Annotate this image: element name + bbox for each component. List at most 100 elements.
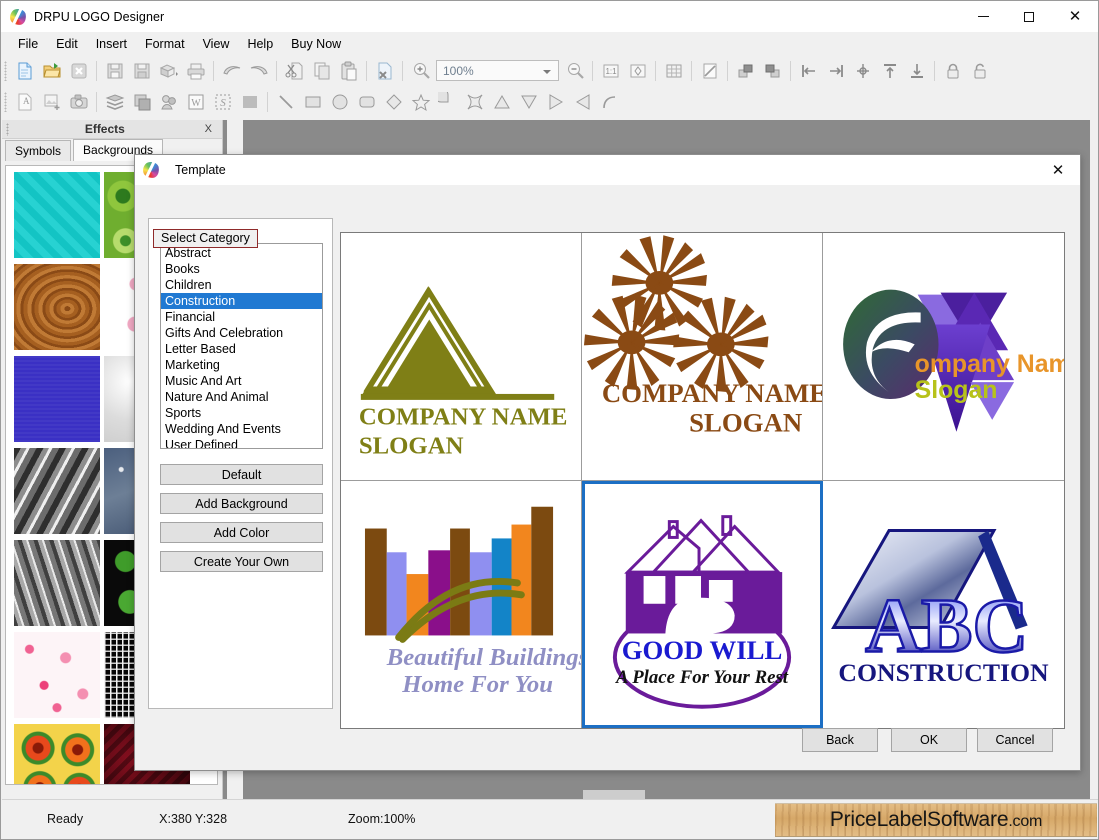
- triangle-left-tool-icon[interactable]: [570, 89, 595, 114]
- zoom-out-icon[interactable]: [562, 58, 587, 83]
- close-document-icon[interactable]: [66, 58, 91, 83]
- fit-to-window-icon[interactable]: [625, 58, 650, 83]
- category-item-letter-based[interactable]: Letter Based: [161, 341, 322, 357]
- effects-close-icon[interactable]: X: [201, 123, 222, 135]
- align-top-icon[interactable]: [877, 58, 902, 83]
- default-button[interactable]: Default: [160, 464, 323, 485]
- category-item-children[interactable]: Children: [161, 277, 322, 293]
- align-bottom-icon[interactable]: [904, 58, 929, 83]
- triangle-up-tool-icon[interactable]: [489, 89, 514, 114]
- triangle-right-tool-icon[interactable]: [543, 89, 568, 114]
- swatch-teal-geometric[interactable]: [14, 172, 100, 258]
- duplicate-icon[interactable]: [129, 89, 154, 114]
- category-item-music-and-art[interactable]: Music And Art: [161, 373, 322, 389]
- new-document-icon[interactable]: [12, 58, 37, 83]
- paste-icon[interactable]: [336, 58, 361, 83]
- rectangle-tool-icon[interactable]: [300, 89, 325, 114]
- arc-tool-icon[interactable]: [597, 89, 622, 114]
- add-background-button[interactable]: Add Background: [160, 493, 323, 514]
- category-item-books[interactable]: Books: [161, 261, 322, 277]
- chevron-down-icon[interactable]: [543, 70, 551, 74]
- menu-help[interactable]: Help: [238, 34, 282, 54]
- line-tool-icon[interactable]: [273, 89, 298, 114]
- burst-tool-icon[interactable]: [462, 89, 487, 114]
- grid-icon[interactable]: [661, 58, 686, 83]
- open-folder-icon[interactable]: [39, 58, 64, 83]
- unlock-icon[interactable]: [967, 58, 992, 83]
- swatch-wood-grain[interactable]: [14, 264, 100, 350]
- menu-format[interactable]: Format: [136, 34, 194, 54]
- ok-button[interactable]: OK: [891, 728, 967, 752]
- category-listbox[interactable]: Abstract Books Children Construction Fin…: [160, 243, 323, 449]
- template-card-nested-triangle-logo[interactable]: COMPANY NAME SLOGAN: [341, 233, 582, 481]
- swatch-sunflower-yellow[interactable]: [14, 724, 100, 784]
- template-card-three-sunburst-logo[interactable]: COMPANY NAME SLOGAN: [582, 233, 823, 481]
- template-card-bar-chart-buildings-logo[interactable]: Beautiful Buildings Home For You: [341, 480, 582, 728]
- cut-icon[interactable]: [282, 58, 307, 83]
- swatch-pink-blossom[interactable]: [14, 632, 100, 718]
- edit-mode-icon[interactable]: [697, 58, 722, 83]
- watermark-icon[interactable]: W: [183, 89, 208, 114]
- pie-tool-icon[interactable]: [435, 89, 460, 114]
- create-your-own-button[interactable]: Create Your Own: [160, 551, 323, 572]
- undo-icon[interactable]: [219, 58, 244, 83]
- toolbar-grip[interactable]: [4, 60, 7, 81]
- actual-size-icon[interactable]: 1:1: [598, 58, 623, 83]
- zoom-in-icon[interactable]: [408, 58, 433, 83]
- category-item-sports[interactable]: Sports: [161, 405, 322, 421]
- category-item-wedding-and-events[interactable]: Wedding And Events: [161, 421, 322, 437]
- insert-image-icon[interactable]: [39, 89, 64, 114]
- template-card-good-will-houses-logo[interactable]: GOOD WILL A Place For Your Rest: [582, 480, 823, 728]
- menu-buy-now[interactable]: Buy Now: [282, 34, 350, 54]
- delete-icon[interactable]: [372, 58, 397, 83]
- menu-view[interactable]: View: [194, 34, 239, 54]
- menu-file[interactable]: File: [9, 34, 47, 54]
- triangle-down-tool-icon[interactable]: [516, 89, 541, 114]
- category-item-construction[interactable]: Construction: [161, 293, 322, 309]
- barcode-icon[interactable]: [237, 89, 262, 114]
- group-icon[interactable]: [156, 89, 181, 114]
- align-left-icon[interactable]: [796, 58, 821, 83]
- redo-icon[interactable]: [246, 58, 271, 83]
- category-item-user-defined[interactable]: User Defined: [161, 437, 322, 448]
- swatch-grey-waves[interactable]: [14, 448, 100, 534]
- tab-symbols[interactable]: Symbols: [5, 140, 72, 161]
- zoom-combobox[interactable]: 100%: [436, 60, 559, 81]
- add-color-button[interactable]: Add Color: [160, 522, 323, 543]
- export-icon[interactable]: [156, 58, 181, 83]
- insert-photo-icon[interactable]: [66, 89, 91, 114]
- insert-text-icon[interactable]: A: [12, 89, 37, 114]
- cancel-button[interactable]: Cancel: [977, 728, 1053, 752]
- template-card-abc-construction-roof-logo[interactable]: ABC CONSTRUCTION: [823, 480, 1064, 728]
- diamond-tool-icon[interactable]: [381, 89, 406, 114]
- template-grid[interactable]: COMPANY NAME SLOGAN COMPANY NAME SLOGAN …: [340, 232, 1065, 729]
- save-icon[interactable]: [102, 58, 127, 83]
- print-icon[interactable]: [183, 58, 208, 83]
- minimize-button[interactable]: [960, 1, 1006, 32]
- category-item-gifts-and-celebration[interactable]: Gifts And Celebration: [161, 325, 322, 341]
- category-item-marketing[interactable]: Marketing: [161, 357, 322, 373]
- menu-insert[interactable]: Insert: [87, 34, 136, 54]
- align-right-icon[interactable]: [823, 58, 848, 83]
- save-as-icon[interactable]: [129, 58, 154, 83]
- template-card-purple-triangle-sphere-logo[interactable]: ompany Name Slogan: [823, 233, 1064, 481]
- toolbar-grip[interactable]: [4, 91, 7, 112]
- menu-edit[interactable]: Edit: [47, 34, 87, 54]
- send-backward-icon[interactable]: [760, 58, 785, 83]
- close-button[interactable]: ✕: [1052, 1, 1098, 32]
- lock-icon[interactable]: [940, 58, 965, 83]
- category-item-nature-and-animal[interactable]: Nature And Animal: [161, 389, 322, 405]
- copy-icon[interactable]: [309, 58, 334, 83]
- dialog-close-icon[interactable]: ✕: [1036, 155, 1080, 185]
- swatch-grey-marble[interactable]: [14, 540, 100, 626]
- ellipse-tool-icon[interactable]: [327, 89, 352, 114]
- align-center-icon[interactable]: [850, 58, 875, 83]
- swatch-blue-denim[interactable]: [14, 356, 100, 442]
- maximize-button[interactable]: [1006, 1, 1052, 32]
- star-tool-icon[interactable]: [408, 89, 433, 114]
- signature-icon[interactable]: S: [210, 89, 235, 114]
- layers-icon[interactable]: [102, 89, 127, 114]
- bring-forward-icon[interactable]: [733, 58, 758, 83]
- category-item-financial[interactable]: Financial: [161, 309, 322, 325]
- rounded-rect-tool-icon[interactable]: [354, 89, 379, 114]
